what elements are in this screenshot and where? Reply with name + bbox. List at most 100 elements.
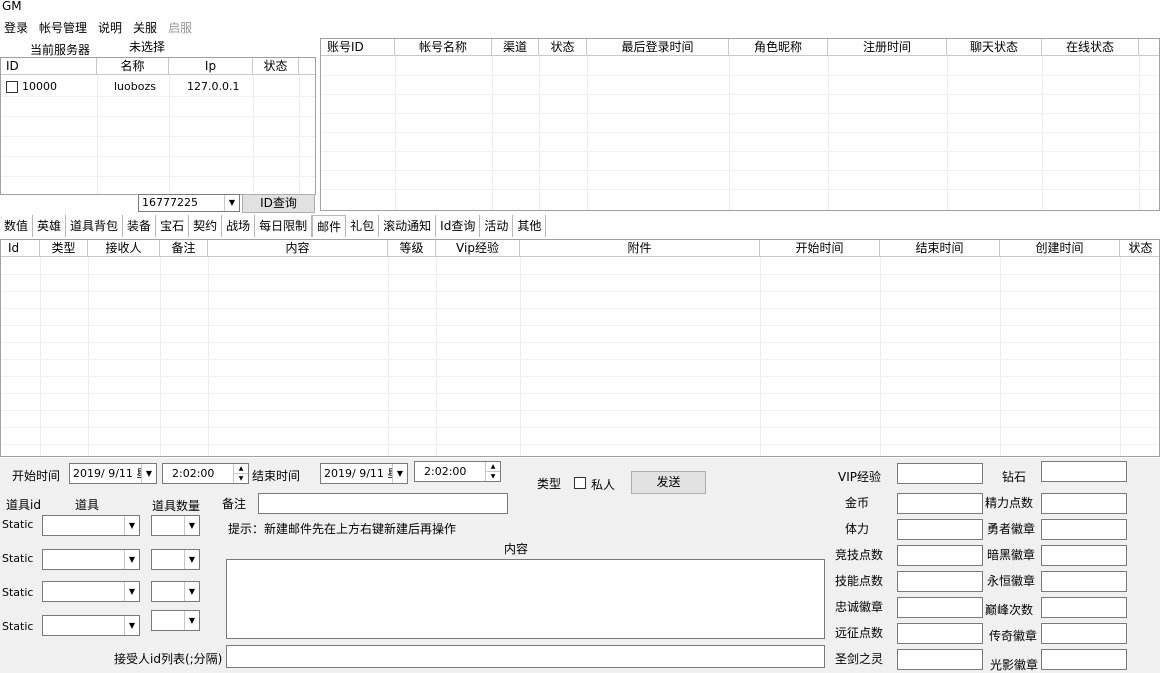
account-list[interactable]: 账号ID 帐号名称 渠道 状态 最后登录时间 角色昵称 注册时间 聊天状态 在线… xyxy=(320,38,1160,211)
tab-scroll-notice[interactable]: 滚动通知 xyxy=(379,215,437,237)
reward-loyalty-badge-input[interactable] xyxy=(897,597,983,618)
id-query-button[interactable]: ID查询 xyxy=(242,194,315,213)
chevron-down-icon[interactable]: ▼ xyxy=(224,195,239,211)
col-header-channel[interactable]: 渠道 xyxy=(492,39,539,55)
receivers-input[interactable] xyxy=(226,645,825,668)
reward-brave-badge-input[interactable] xyxy=(1041,519,1127,540)
reward-peak-count-label: 巅峰次数 xyxy=(985,603,1034,617)
col-header-end-time[interactable]: 结束时间 xyxy=(880,240,1000,256)
end-time-spinner[interactable]: 2:02:00 ▲ ▼ xyxy=(414,461,501,482)
start-date-picker[interactable]: 2019/ 9/11 星 ▼ xyxy=(69,463,157,484)
item-row-2-count-combo[interactable]: ▼ xyxy=(151,549,200,570)
account-list-header: 账号ID 帐号名称 渠道 状态 最后登录时间 角色昵称 注册时间 聊天状态 在线… xyxy=(321,39,1159,56)
reward-stamina-input[interactable] xyxy=(897,519,983,540)
col-header-account-name[interactable]: 帐号名称 xyxy=(395,39,492,55)
col-header-remark[interactable]: 备注 xyxy=(160,240,208,256)
spinner-arrows-icon[interactable]: ▲ ▼ xyxy=(233,464,248,483)
menu-login[interactable]: 登录 xyxy=(0,17,35,37)
col-header-receiver[interactable]: 接收人 xyxy=(88,240,160,256)
col-header-account-status[interactable]: 状态 xyxy=(539,39,587,55)
current-server-value: 未选择 xyxy=(129,40,166,54)
tab-contracts[interactable]: 契约 xyxy=(189,215,223,237)
menu-account-manage[interactable]: 帐号管理 xyxy=(35,17,94,37)
item-row-1-item-combo[interactable]: ▼ xyxy=(42,515,140,536)
col-header-role-nickname[interactable]: 角色昵称 xyxy=(729,39,828,55)
reward-peak-count-input[interactable] xyxy=(1041,597,1127,618)
col-header-chat-status[interactable]: 聊天状态 xyxy=(947,39,1042,55)
chevron-down-icon[interactable]: ▼ xyxy=(124,550,139,569)
tab-other[interactable]: 其他 xyxy=(513,215,547,237)
tab-battlefield[interactable]: 战场 xyxy=(222,215,256,237)
col-header-mail-type[interactable]: 类型 xyxy=(40,240,88,256)
col-header-status[interactable]: 状态 xyxy=(253,58,299,74)
tab-item-bag[interactable]: 道具背包 xyxy=(66,215,124,237)
chevron-down-icon[interactable]: ▼ xyxy=(124,516,139,535)
reward-expedition-points-input[interactable] xyxy=(897,623,983,644)
chevron-down-icon[interactable]: ▼ xyxy=(184,582,199,601)
remark-input[interactable] xyxy=(258,493,508,514)
chevron-down-icon[interactable]: ▼ xyxy=(124,582,139,601)
col-header-create-time[interactable]: 创建时间 xyxy=(1000,240,1120,256)
col-header-content[interactable]: 内容 xyxy=(208,240,388,256)
mail-list[interactable]: Id 类型 接收人 备注 内容 等级 Vip经验 附件 开始时间 结束时间 创建… xyxy=(0,239,1160,457)
chevron-down-icon[interactable]: ▼ xyxy=(141,464,156,483)
tab-id-query[interactable]: Id查询 xyxy=(436,215,481,237)
item-row-4-item-combo[interactable]: ▼ xyxy=(42,615,140,636)
reward-eternal-badge-input[interactable] xyxy=(1041,571,1127,592)
end-date-picker[interactable]: 2019/ 9/11 星 ▼ xyxy=(320,463,408,484)
tab-activity[interactable]: 活动 xyxy=(480,215,514,237)
col-header-mail-id[interactable]: Id xyxy=(1,240,40,256)
send-button[interactable]: 发送 xyxy=(631,471,706,494)
chevron-down-icon[interactable]: ▼ xyxy=(184,550,199,569)
col-header-ip[interactable]: Ip xyxy=(169,58,253,74)
col-header-attachment[interactable]: 附件 xyxy=(520,240,760,256)
col-header-account-id[interactable]: 账号ID xyxy=(321,39,395,55)
tab-gems[interactable]: 宝石 xyxy=(156,215,190,237)
reward-energy-points-input[interactable] xyxy=(1041,493,1127,514)
col-header-online-status[interactable]: 在线状态 xyxy=(1042,39,1139,55)
reward-legend-badge-input[interactable] xyxy=(1041,623,1127,644)
item-row-4-count-combo[interactable]: ▼ xyxy=(151,610,200,631)
col-header-start-time[interactable]: 开始时间 xyxy=(760,240,880,256)
chevron-down-icon[interactable]: ▼ xyxy=(184,516,199,535)
menu-help[interactable]: 说明 xyxy=(94,17,129,37)
reward-dark-badge-input[interactable] xyxy=(1041,545,1127,566)
reward-skill-points-input[interactable] xyxy=(897,571,983,592)
reward-light-shadow-badge-input[interactable] xyxy=(1041,649,1127,670)
reward-diamond-input[interactable] xyxy=(1041,461,1127,482)
chevron-down-icon[interactable]: ▼ xyxy=(124,616,139,635)
col-header-vip-exp[interactable]: Vip经验 xyxy=(436,240,520,256)
server-list[interactable]: ID 名称 Ip 状态 10000 luobozs 127.0.0.1 xyxy=(0,57,316,195)
tab-heroes[interactable]: 英雄 xyxy=(33,215,67,237)
reward-gold-input[interactable] xyxy=(897,493,983,514)
content-textarea[interactable] xyxy=(226,559,825,639)
item-row-1-count-combo[interactable]: ▼ xyxy=(151,515,200,536)
col-header-last-login[interactable]: 最后登录时间 xyxy=(587,39,729,55)
tab-mail[interactable]: 邮件 xyxy=(312,215,347,237)
reward-arena-points-input[interactable] xyxy=(897,545,983,566)
col-header-mail-status[interactable]: 状态 xyxy=(1120,240,1159,256)
item-row-2-item-combo[interactable]: ▼ xyxy=(42,549,140,570)
tab-gift-pack[interactable]: 礼包 xyxy=(346,215,380,237)
item-row-3-count-combo[interactable]: ▼ xyxy=(151,581,200,602)
server-id-combo[interactable]: 16777225 ▼ xyxy=(138,194,240,212)
start-time-spinner[interactable]: 2:02:00 ▲ ▼ xyxy=(162,463,249,484)
chevron-down-icon[interactable]: ▼ xyxy=(392,464,407,483)
spinner-arrows-icon[interactable]: ▲ ▼ xyxy=(485,462,500,481)
private-checkbox[interactable] xyxy=(574,477,586,489)
reward-brave-badge-label: 勇者徽章 xyxy=(987,522,1036,536)
col-header-level[interactable]: 等级 xyxy=(388,240,436,256)
item-row-3-item-combo[interactable]: ▼ xyxy=(42,581,140,602)
reward-vip-exp-input[interactable] xyxy=(897,463,983,484)
server-row-checkbox[interactable] xyxy=(6,81,18,93)
tab-equipment[interactable]: 装备 xyxy=(123,215,157,237)
reward-holy-sword-input[interactable] xyxy=(897,649,983,670)
chevron-down-icon[interactable]: ▼ xyxy=(184,611,199,630)
col-header-register-time[interactable]: 注册时间 xyxy=(828,39,947,55)
tab-daily-limit[interactable]: 每日限制 xyxy=(255,215,313,237)
menu-stop-server[interactable]: 关服 xyxy=(129,17,164,37)
col-header-name[interactable]: 名称 xyxy=(97,58,169,74)
tab-values[interactable]: 数值 xyxy=(0,215,34,237)
col-header-id[interactable]: ID xyxy=(1,58,97,74)
table-row[interactable]: 10000 luobozs 127.0.0.1 xyxy=(1,78,315,96)
